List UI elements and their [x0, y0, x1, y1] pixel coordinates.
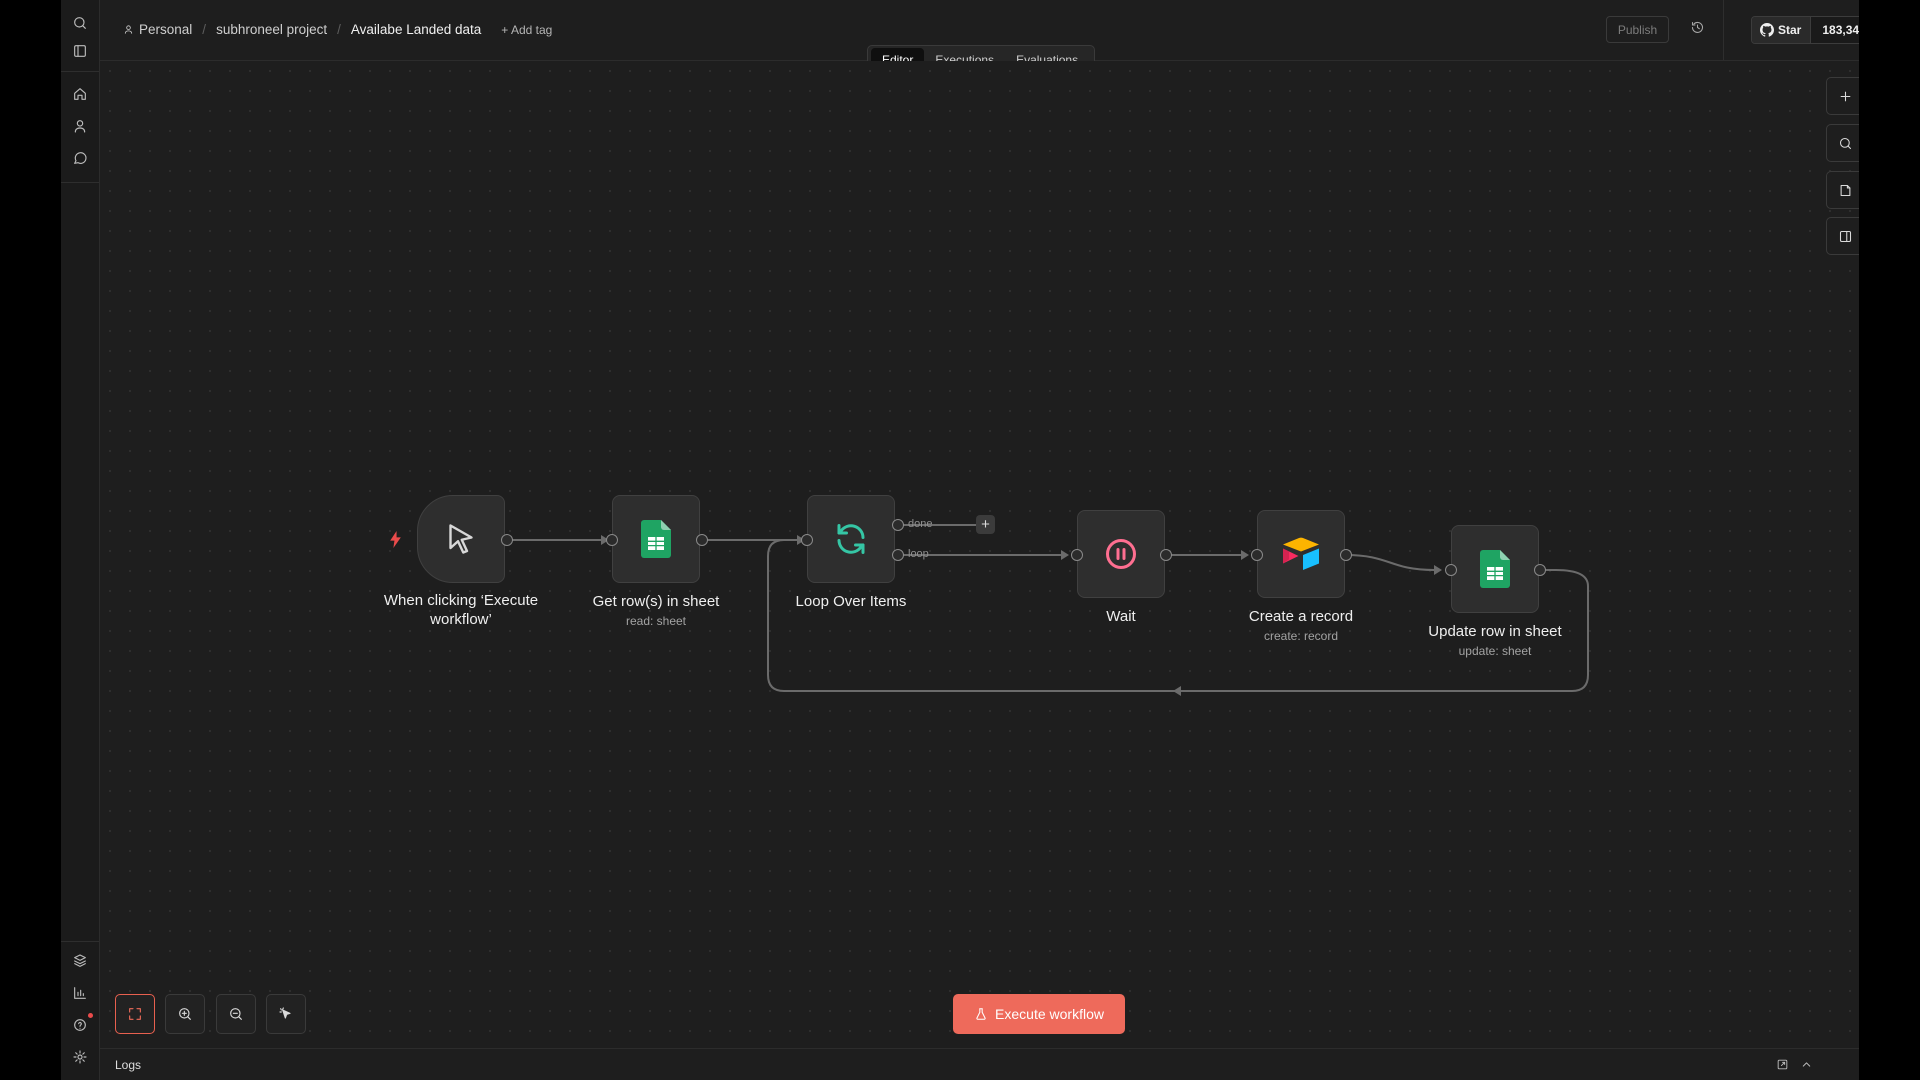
- node-label: Wait: [1106, 608, 1136, 625]
- node-get-rows-in-sheet[interactable]: [612, 495, 700, 583]
- add-node-panel-button[interactable]: [1826, 77, 1859, 115]
- add-tag-button[interactable]: + Add tag: [501, 23, 552, 37]
- node-manual-trigger[interactable]: [417, 495, 505, 583]
- fit-view-button[interactable]: [115, 994, 155, 1034]
- output-handle[interactable]: [1160, 549, 1172, 561]
- logs-title: Logs: [115, 1058, 142, 1072]
- node-label: When clicking ‘Execute workflow’: [383, 592, 539, 628]
- history-icon[interactable]: [1690, 20, 1705, 40]
- add-node-button[interactable]: +: [976, 515, 995, 534]
- pause-icon: [1103, 536, 1139, 572]
- zoom-in-button[interactable]: [165, 994, 205, 1034]
- google-sheets-icon: [641, 520, 671, 558]
- logs-bar[interactable]: Logs: [100, 1048, 1859, 1080]
- workflow-canvas[interactable]: When clicking ‘Execute workflow’ Get row(…: [100, 61, 1859, 1048]
- input-handle[interactable]: [606, 534, 618, 546]
- header-divider: [1723, 0, 1724, 60]
- input-handle[interactable]: [1071, 549, 1083, 561]
- node-label: Create a record: [1248, 608, 1354, 625]
- execute-workflow-label: Execute workflow: [995, 1006, 1104, 1022]
- flask-icon: [976, 1008, 986, 1020]
- breadcrumb-personal[interactable]: Personal: [139, 22, 192, 37]
- home-icon[interactable]: [70, 84, 90, 104]
- port-label-loop: loop: [908, 548, 929, 560]
- node-sublabel: create: record: [1263, 629, 1339, 643]
- node-sublabel: read: sheet: [625, 614, 687, 628]
- node-label: Update row in sheet: [1428, 623, 1562, 640]
- connection-layer: [507, 524, 1589, 696]
- github-star-button[interactable]: Star: [1752, 17, 1812, 43]
- github-icon: [1760, 23, 1774, 37]
- output-handle[interactable]: [1340, 549, 1352, 561]
- loop-icon: [833, 521, 869, 557]
- panel-right-icon: [1839, 230, 1851, 242]
- publish-button[interactable]: Publish: [1606, 16, 1669, 43]
- notification-dot: [88, 1013, 93, 1018]
- chevron-up-icon[interactable]: [1800, 1058, 1813, 1076]
- sidebar-divider: [61, 182, 99, 183]
- connection-create-record-to-update-row: [1345, 554, 1435, 571]
- breadcrumb-separator: /: [202, 22, 207, 37]
- person-icon: [123, 22, 139, 37]
- search-icon[interactable]: [70, 13, 90, 33]
- input-handle[interactable]: [1445, 564, 1457, 576]
- help-icon[interactable]: [70, 1015, 90, 1035]
- templates-icon[interactable]: [70, 951, 90, 971]
- google-sheets-icon: [1480, 550, 1510, 588]
- node-sublabel: update: sheet: [1458, 644, 1532, 658]
- zoom-out-button[interactable]: [216, 994, 256, 1034]
- github-star-count: 183,344: [1811, 17, 1859, 43]
- search-nodes-button[interactable]: [1826, 124, 1859, 162]
- node-loop-over-items[interactable]: [807, 495, 895, 583]
- node-label: Loop Over Items: [795, 593, 907, 610]
- execute-workflow-button[interactable]: Execute workflow: [953, 994, 1125, 1034]
- insights-icon[interactable]: [70, 983, 90, 1003]
- breadcrumb-project[interactable]: subhroneel project: [216, 22, 327, 37]
- zoom-in-icon: [179, 1008, 191, 1020]
- output-handle-done[interactable]: [892, 519, 904, 531]
- popout-icon[interactable]: [1776, 1058, 1789, 1076]
- sidebar-divider: [61, 71, 99, 72]
- output-handle-loop[interactable]: [892, 549, 904, 561]
- tidy-up-button[interactable]: [266, 994, 306, 1034]
- zoom-out-icon: [230, 1008, 242, 1020]
- node-create-a-record[interactable]: [1257, 510, 1345, 598]
- breadcrumb: Personal / subhroneel project / Availabe…: [123, 22, 552, 37]
- breadcrumb-separator: /: [337, 22, 341, 37]
- output-handle[interactable]: [696, 534, 708, 546]
- panel-toggle-icon[interactable]: [70, 41, 90, 61]
- search-icon: [1839, 137, 1851, 149]
- app-window: Personal / subhroneel project / Availabe…: [61, 0, 1859, 1080]
- node-wait[interactable]: [1077, 510, 1165, 598]
- port-label-done: done: [908, 518, 933, 530]
- cursor-icon: [443, 521, 479, 557]
- magic-cursor-icon: [279, 1007, 291, 1019]
- workflow-name[interactable]: Availabe Landed data: [351, 22, 481, 37]
- settings-icon[interactable]: [70, 1047, 90, 1067]
- trigger-bolt-icon: [388, 531, 403, 553]
- sidebar: [61, 0, 100, 1080]
- sticky-note-button[interactable]: [1826, 171, 1859, 209]
- airtable-icon: [1281, 537, 1321, 571]
- github-star-widget[interactable]: Star 183,344: [1751, 16, 1859, 44]
- fit-view-icon: [129, 1008, 141, 1020]
- node-update-row-in-sheet[interactable]: [1451, 525, 1539, 613]
- node-label: Get row(s) in sheet: [592, 593, 720, 610]
- toggle-panel-button[interactable]: [1826, 217, 1859, 255]
- input-handle[interactable]: [801, 534, 813, 546]
- input-handle[interactable]: [1251, 549, 1263, 561]
- sidebar-divider: [61, 941, 99, 942]
- github-star-label: Star: [1778, 23, 1802, 37]
- chat-icon[interactable]: [70, 148, 90, 168]
- user-icon[interactable]: [70, 116, 90, 136]
- plus-icon: [1840, 91, 1850, 101]
- output-handle[interactable]: [501, 534, 513, 546]
- output-handle[interactable]: [1534, 564, 1546, 576]
- sticky-note-icon: [1840, 184, 1850, 196]
